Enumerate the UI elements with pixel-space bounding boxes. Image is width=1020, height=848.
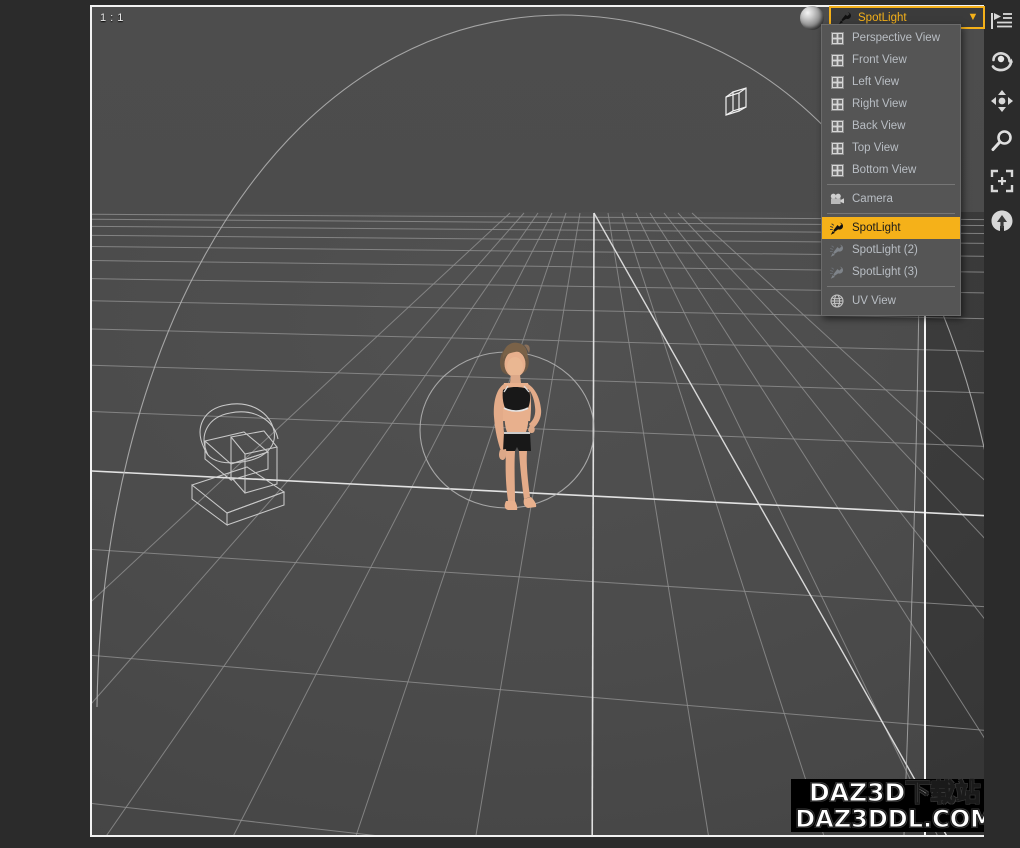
menu-item-label: Bottom View [852, 164, 917, 176]
frame-icon [990, 169, 1014, 193]
view-pane-icon [827, 30, 847, 46]
view-pane-icon [827, 74, 847, 90]
view-selector-label: SpotLight [858, 11, 907, 24]
reset-view-button[interactable] [987, 206, 1017, 236]
spotlight-icon [827, 242, 847, 258]
menu-item-spotlight[interactable]: SpotLight [822, 217, 960, 239]
menu-item-label: Left View [852, 76, 900, 88]
menu-item-back-view[interactable]: Back View [822, 115, 960, 137]
menu-separator [827, 286, 955, 287]
view-pane-icon [827, 118, 847, 134]
camera-icon [827, 191, 847, 207]
zoom-magnifier-icon [990, 129, 1014, 153]
frame-button[interactable] [987, 166, 1017, 196]
viewport-layout-icon [991, 11, 1013, 31]
menu-separator [827, 213, 955, 214]
view-selector-menu[interactable]: Perspective View Front View Left View Ri… [821, 24, 961, 316]
menu-item-label: Camera [852, 193, 893, 205]
menu-item-right-view[interactable]: Right View [822, 93, 960, 115]
spotlight-icon [827, 220, 847, 236]
watermark-line-1: DAZ3D下载站 [791, 779, 998, 806]
menu-item-label: SpotLight (3) [852, 266, 918, 278]
pan-icon [990, 89, 1014, 113]
menu-item-top-view[interactable]: Top View [822, 137, 960, 159]
viewport-aspect-label: 1 : 1 [100, 12, 124, 24]
menu-item-camera[interactable]: Camera [822, 188, 960, 210]
application-window: 1 : 1 DAZ3D下载站 DAZ3DDL.COM SpotLight ▼ P… [0, 0, 1020, 848]
menu-separator [827, 184, 955, 185]
chevron-down-icon[interactable]: ▼ [965, 12, 981, 23]
menu-item-label: SpotLight [852, 222, 901, 234]
view-pane-icon [827, 96, 847, 112]
menu-item-label: Perspective View [852, 32, 940, 44]
view-pane-icon [827, 52, 847, 68]
menu-item-spotlight-3[interactable]: SpotLight (3) [822, 261, 960, 283]
reset-view-icon [990, 209, 1014, 233]
watermark: DAZ3D下载站 DAZ3DDL.COM [791, 779, 998, 832]
zoom-button[interactable] [987, 126, 1017, 156]
menu-item-label: SpotLight (2) [852, 244, 918, 256]
menu-item-uv-view[interactable]: UV View [822, 290, 960, 312]
menu-item-left-view[interactable]: Left View [822, 71, 960, 93]
menu-item-label: Back View [852, 120, 906, 132]
view-pane-icon [827, 162, 847, 178]
menu-item-label: UV View [852, 295, 896, 307]
view-pane-icon [827, 140, 847, 156]
menu-item-label: Right View [852, 98, 907, 110]
globe-icon [827, 293, 847, 309]
menu-item-perspective-view[interactable]: Perspective View [822, 27, 960, 49]
menu-item-label: Top View [852, 142, 899, 154]
menu-item-spotlight-2[interactable]: SpotLight (2) [822, 239, 960, 261]
viewport-layout-button[interactable] [987, 6, 1017, 36]
menu-item-bottom-view[interactable]: Bottom View [822, 159, 960, 181]
viewport-tool-strip [984, 0, 1020, 848]
orbit-button[interactable] [987, 46, 1017, 76]
spotlight-icon [827, 264, 847, 280]
orbit-icon [990, 50, 1014, 72]
watermark-line-2: DAZ3DDL.COM [791, 806, 998, 832]
menu-item-label: Front View [852, 54, 907, 66]
menu-item-front-view[interactable]: Front View [822, 49, 960, 71]
pan-button[interactable] [987, 86, 1017, 116]
